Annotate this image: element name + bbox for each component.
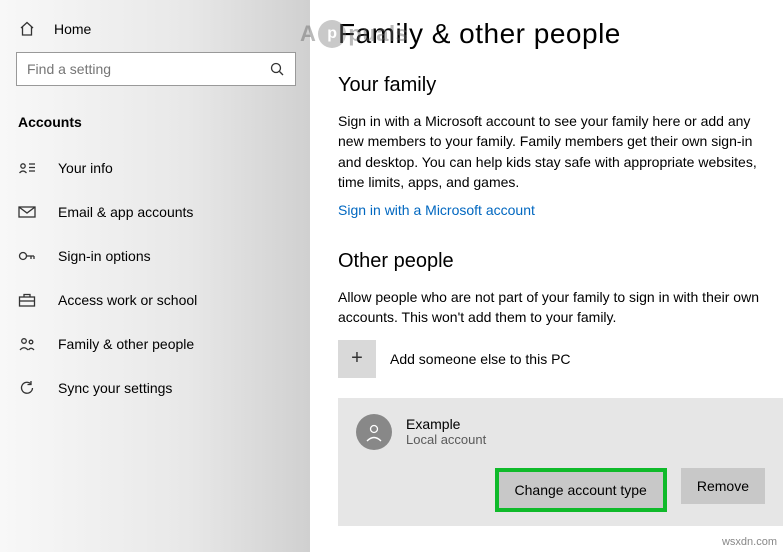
sidebar-item-signin[interactable]: Sign-in options [12, 234, 292, 278]
family-heading: Your family [338, 74, 783, 97]
user-badge-icon [18, 159, 36, 177]
signin-link[interactable]: Sign in with a Microsoft account [338, 202, 535, 218]
sidebar-item-family[interactable]: Family & other people [12, 322, 292, 366]
page-title: Family & other people [338, 18, 783, 50]
sidebar-item-label: Family & other people [58, 336, 194, 352]
change-account-type-button[interactable]: Change account type [495, 468, 667, 512]
sidebar-item-email[interactable]: Email & app accounts [12, 190, 292, 234]
account-panel: Example Local account Change account typ… [338, 398, 783, 526]
home-nav[interactable]: Home [12, 10, 292, 52]
search-input[interactable] [17, 61, 259, 77]
sidebar: Home Accounts Your info Email & app acco… [0, 0, 310, 552]
people-icon [18, 335, 36, 353]
envelope-icon [18, 203, 36, 221]
account-type: Local account [406, 432, 486, 447]
add-someone-row[interactable]: + Add someone else to this PC [338, 340, 783, 378]
add-someone-label: Add someone else to this PC [390, 351, 571, 367]
sidebar-item-label: Access work or school [58, 292, 197, 308]
key-icon [18, 247, 36, 265]
family-body: Sign in with a Microsoft account to see … [338, 111, 778, 192]
search-button[interactable] [259, 53, 295, 85]
home-label: Home [54, 21, 91, 37]
sidebar-item-your-info[interactable]: Your info [12, 146, 292, 190]
sidebar-item-label: Sign-in options [58, 248, 151, 264]
other-body: Allow people who are not part of your fa… [338, 287, 778, 328]
plus-icon: + [338, 340, 376, 378]
account-name: Example [406, 416, 486, 432]
home-icon [18, 20, 36, 38]
sidebar-item-label: Email & app accounts [58, 204, 193, 220]
main-content: Family & other people Your family Sign i… [310, 0, 783, 552]
search-box[interactable] [16, 52, 296, 86]
category-title: Accounts [12, 106, 292, 146]
sidebar-item-sync[interactable]: Sync your settings [12, 366, 292, 410]
sync-icon [18, 379, 36, 397]
account-header[interactable]: Example Local account [356, 414, 765, 450]
user-icon [363, 421, 385, 443]
avatar [356, 414, 392, 450]
watermark-site: wsxdn.com [722, 536, 777, 548]
sidebar-item-label: Your info [58, 160, 113, 176]
search-icon [269, 61, 285, 77]
sidebar-item-work[interactable]: Access work or school [12, 278, 292, 322]
sidebar-item-label: Sync your settings [58, 380, 172, 396]
other-heading: Other people [338, 250, 783, 273]
remove-account-button[interactable]: Remove [681, 468, 765, 504]
briefcase-icon [18, 291, 36, 309]
